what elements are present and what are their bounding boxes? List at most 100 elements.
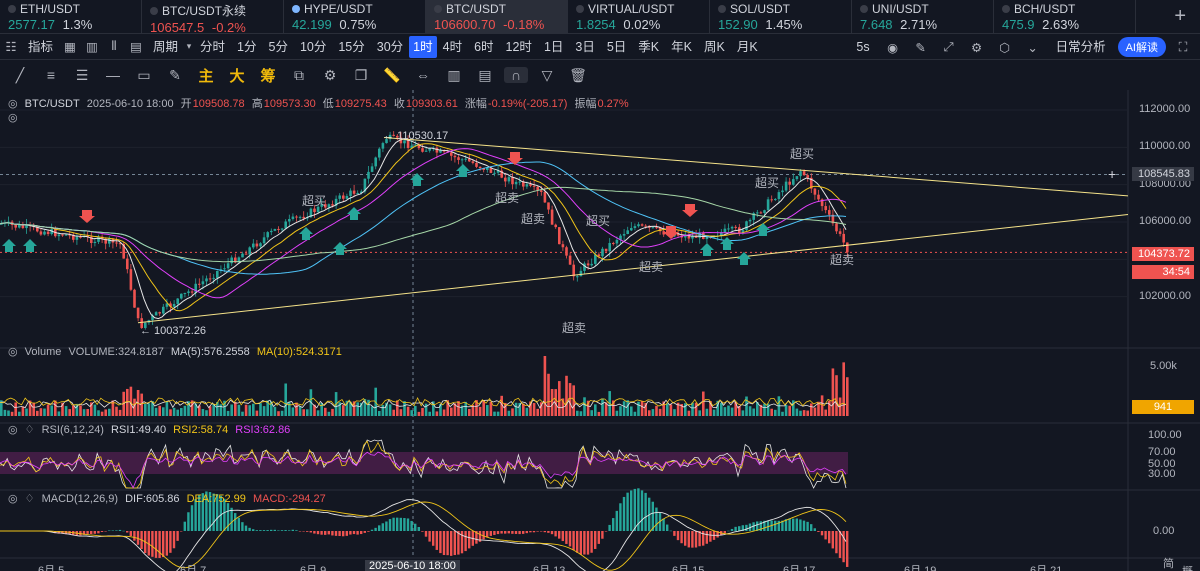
volume-bar <box>230 404 233 416</box>
volume-bar <box>248 405 251 416</box>
interval-13[interactable]: 季K <box>632 36 665 58</box>
macd-histogram-bar <box>324 531 327 535</box>
candle-body <box>532 185 536 187</box>
interval-4[interactable]: 15分 <box>332 36 370 58</box>
ticker-tab[interactable]: HYPE/USDT 42.199 0.75% <box>284 0 426 33</box>
price-tick: 112000.00 <box>1139 103 1191 115</box>
volume-bar <box>705 408 709 416</box>
candle-type-icon[interactable]: ⫴ <box>103 39 125 54</box>
ticker-tab[interactable]: BCH/USDT 475.9 2.63% <box>994 0 1136 33</box>
simple-mode-button[interactable]: 简 <box>1163 555 1174 571</box>
volume-bar <box>68 409 71 416</box>
macd-histogram-bar <box>421 531 424 532</box>
eye-icon[interactable]: ◎ <box>8 98 18 110</box>
macd-histogram-bar <box>277 530 280 531</box>
line-tool-icon[interactable]: ╱ <box>8 67 32 84</box>
clipboard-tool-icon[interactable]: ▤ <box>473 67 497 84</box>
candle-body <box>273 228 277 231</box>
high-annotation: ← 110530.17 <box>383 130 449 142</box>
ticker-change: -0.2% <box>211 20 246 35</box>
eye-icon[interactable]: ◎ <box>8 493 18 505</box>
camera-icon[interactable]: ◉ <box>882 40 904 55</box>
interval-5[interactable]: 30分 <box>371 36 409 58</box>
bell-icon[interactable]: ♢ <box>25 424 35 436</box>
ticker-tab[interactable]: SOL/USDT 152.90 1.45% <box>710 0 852 33</box>
big-text-icon[interactable]: 大 <box>225 65 249 86</box>
parallel-tool-icon[interactable]: ☰ <box>70 67 94 84</box>
layout-icon[interactable]: ▦ <box>59 39 81 54</box>
ray-tool-icon[interactable]: — <box>101 67 125 83</box>
volume-bar <box>788 405 791 416</box>
ticker-tab[interactable]: VIRTUAL/USDT 1.8254 0.02% <box>568 0 710 33</box>
measure-tool-icon[interactable]: ⇔ <box>411 67 435 83</box>
settings-tool-icon[interactable]: ⚙ <box>318 67 342 84</box>
add-tab-button[interactable]: + <box>1174 5 1186 28</box>
chart-area[interactable]: ◎ BTC/USDT 2025-06-10 18:00 开109508.78 高… <box>0 90 1200 571</box>
hline-tool-icon[interactable]: ≡ <box>39 67 63 83</box>
candle-tool-icon[interactable]: ▥ <box>442 67 466 84</box>
interval-6[interactable]: 1时 <box>409 35 437 58</box>
macd-histogram-bar <box>525 531 528 534</box>
interval-2[interactable]: 5分 <box>263 36 294 58</box>
volume-bar <box>298 406 302 416</box>
fullscreen-icon[interactable]: ⛶ <box>1172 40 1194 55</box>
volume-bar <box>295 402 298 416</box>
oversold-label: 超卖 <box>830 253 855 267</box>
bar-type-icon[interactable]: ▤ <box>125 39 147 54</box>
pen-icon[interactable]: ✎ <box>910 40 932 55</box>
eye-icon[interactable]: ◎ <box>8 346 18 358</box>
interval-11[interactable]: 3日 <box>569 36 600 58</box>
macd-histogram-bar <box>824 531 827 540</box>
rect-tool-icon[interactable]: ▭ <box>132 67 156 84</box>
macd-histogram-bar <box>309 531 312 533</box>
candle-body <box>259 243 262 247</box>
volume-bar <box>824 409 827 416</box>
pattern-tool-icon[interactable]: ⧉ <box>287 67 311 84</box>
macd-histogram-bar <box>327 531 330 535</box>
copy-tool-icon[interactable]: ❐ <box>349 67 373 84</box>
magnet-tool-icon[interactable]: ∩ <box>504 67 528 83</box>
interval-1[interactable]: 1分 <box>231 36 262 58</box>
chevron-down-icon[interactable]: ▾ <box>184 41 194 52</box>
brush-tool-icon[interactable]: ✎ <box>163 67 187 84</box>
grid-icon[interactable]: ▥ <box>81 39 103 54</box>
analysis-dropdown[interactable]: 日常分析 <box>1050 36 1112 58</box>
chip-text-icon[interactable]: 筹 <box>256 65 280 86</box>
refresh-rate[interactable]: 5s <box>850 36 875 58</box>
collapse-toggle[interactable]: ◎ <box>8 111 18 124</box>
shield-icon[interactable]: ⬡ <box>994 40 1016 55</box>
interval-3[interactable]: 10分 <box>294 36 332 58</box>
ticker-tab[interactable]: UNI/USDT 7.648 2.71% <box>852 0 994 33</box>
eye-icon[interactable]: ◎ <box>8 424 18 436</box>
interval-10[interactable]: 1日 <box>538 36 569 58</box>
ai-interpret-button[interactable]: AI解读 <box>1117 37 1166 57</box>
interval-15[interactable]: 周K <box>698 36 731 58</box>
menu-icon[interactable]: ☷ <box>0 39 22 54</box>
indicator-button[interactable]: 指标 <box>22 36 59 58</box>
period-dropdown[interactable]: 周期 <box>147 36 184 58</box>
overview-button[interactable]: 概 <box>1182 563 1193 571</box>
interval-0[interactable]: 分时 <box>194 36 231 58</box>
interval-9[interactable]: 12时 <box>500 36 538 58</box>
dropdown-icon[interactable]: ⌄ <box>1022 40 1044 55</box>
ticker-tab[interactable]: BTC/USDT永续 106547.5 -0.2% <box>142 0 284 35</box>
filter-tool-icon[interactable]: ▽ <box>535 67 559 84</box>
macd-histogram-bar <box>180 531 183 532</box>
interval-12[interactable]: 5日 <box>601 36 632 58</box>
interval-14[interactable]: 年K <box>665 36 698 58</box>
ruler-tool-icon[interactable]: 📏 <box>380 67 404 84</box>
interval-16[interactable]: 月K <box>731 36 764 58</box>
main-text-icon[interactable]: 主 <box>194 65 218 86</box>
interval-7[interactable]: 4时 <box>437 36 468 58</box>
ticker-tab[interactable]: BTC/USDT 106600.70 -0.18% <box>426 0 568 33</box>
add-alert-icon[interactable]: + <box>1108 166 1116 182</box>
ticker-tab[interactable]: ETH/USDT 2577.17 1.3% <box>0 0 142 33</box>
expand-icon[interactable]: ⤢ <box>938 40 960 55</box>
trash-tool-icon[interactable]: 🗑 <box>566 67 590 84</box>
volume-bar <box>565 375 568 416</box>
interval-8[interactable]: 6时 <box>468 36 499 58</box>
volume-bar <box>770 408 773 416</box>
gear-icon[interactable]: ⚙ <box>966 40 988 55</box>
bell-icon[interactable]: ♢ <box>25 493 35 505</box>
macd-histogram-bar <box>252 529 255 531</box>
